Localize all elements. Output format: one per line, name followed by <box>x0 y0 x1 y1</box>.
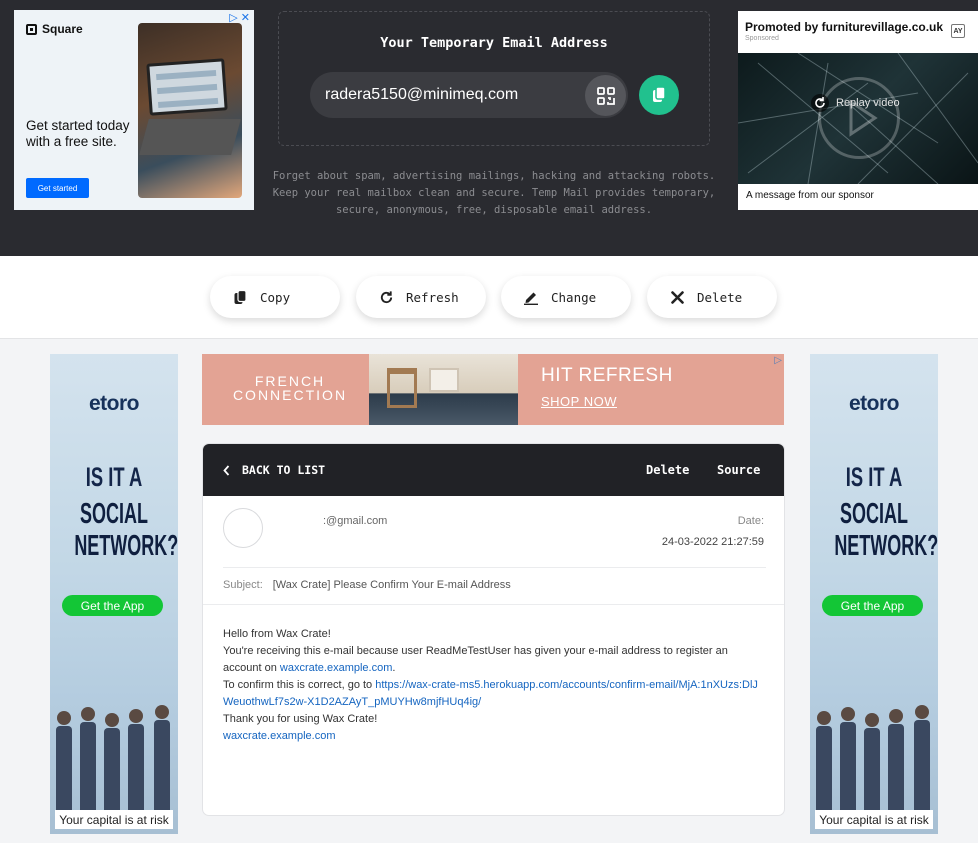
email-box: Your Temporary Email Address radera5150@… <box>278 11 710 146</box>
email-delete-button[interactable]: Delete <box>646 463 689 477</box>
subject-row: Subject: [Wax Crate] Please Confirm Your … <box>223 579 511 591</box>
body-line-3: Thank you for using Wax Crate! <box>223 713 378 725</box>
adchoices-icon[interactable]: ▷ <box>774 355 782 366</box>
copy-icon <box>232 289 248 305</box>
right-side-ad[interactable]: etoro IS IT A SOCIAL NETWORK? Get the Ap… <box>810 354 938 834</box>
ad-headline: Get started today with a free site. <box>26 118 130 149</box>
divider <box>223 567 766 568</box>
replay-label: Replay video <box>836 97 900 109</box>
ad-headline-1: IS IT A <box>845 462 903 492</box>
email-source-button[interactable]: Source <box>717 463 760 477</box>
back-to-list-button[interactable]: BACK TO LIST <box>223 463 325 477</box>
ad-sponsored-label: Sponsored <box>745 35 779 42</box>
email-address-field[interactable]: radera5150@minimeq.com <box>310 72 628 118</box>
chevron-left-icon <box>223 464 230 476</box>
tagline: Forget about spam, advertising mailings,… <box>272 170 716 216</box>
date-value: 24-03-2022 21:27:59 <box>661 536 764 548</box>
laptop-image <box>146 58 228 116</box>
banner-headline: HIT REFRESH <box>541 365 673 386</box>
banner-room-image <box>369 354 518 425</box>
body-line-1: You're receiving this e-mail because use… <box>223 645 728 674</box>
email-toolbar: BACK TO LIST Delete Source <box>203 444 784 496</box>
ad-promoted-by: Promoted by furniturevillage.co.uk <box>745 20 944 34</box>
banner-cta[interactable]: SHOP NOW <box>541 394 617 409</box>
ad-video[interactable]: Replay video <box>738 53 978 184</box>
keyboard-image <box>139 119 241 155</box>
greeting: Hello from Wax Crate! <box>223 628 331 640</box>
ad-headline-2: SOCIAL NETWORK? <box>834 498 938 562</box>
delete-button[interactable]: Delete <box>647 276 777 318</box>
subject-label: Subject: <box>223 579 263 591</box>
copy-label: Copy <box>260 289 291 305</box>
chair-image <box>387 368 417 408</box>
email-body: Hello from Wax Crate! You're receiving t… <box>223 626 763 745</box>
action-bar: Copy Refresh Change Delete <box>0 256 978 339</box>
back-label: BACK TO LIST <box>242 463 326 477</box>
risk-warning: Your capital is at risk <box>55 810 173 829</box>
qr-code-button[interactable] <box>585 75 626 116</box>
ad-headline-2: SOCIAL NETWORK? <box>74 498 178 562</box>
ad-message: A message from our sponsor <box>746 190 874 201</box>
copy-icon <box>653 86 666 102</box>
date-label: Date: <box>737 515 764 527</box>
refresh-label: Refresh <box>406 289 459 305</box>
get-app-button[interactable]: Get the App <box>62 595 163 616</box>
square-logo: Square <box>26 22 83 36</box>
email-box-title: Your Temporary Email Address <box>380 35 608 51</box>
left-side-ad[interactable]: etoro IS IT A SOCIAL NETWORK? Get the Ap… <box>50 354 178 834</box>
footer-link[interactable]: waxcrate.example.com <box>223 730 336 742</box>
refresh-icon <box>378 289 394 305</box>
banner-ad[interactable]: FRENCH CONNECTION HIT REFRESH SHOP NOW ▷ <box>202 354 784 425</box>
sender-address: :@gmail.com <box>323 515 388 527</box>
close-icon <box>669 289 685 305</box>
body-link-1[interactable]: waxcrate.example.com <box>280 662 393 674</box>
right-ad[interactable]: Promoted by furniturevillage.co.uk Spons… <box>738 11 978 210</box>
body-line-2: To confirm this is correct, go to https:… <box>223 679 758 708</box>
ad-badge[interactable]: AY <box>951 24 965 38</box>
refresh-button[interactable]: Refresh <box>356 276 486 318</box>
left-ad[interactable]: Square ▷ ✕ Get started today with a free… <box>14 10 254 210</box>
replay-video-button[interactable]: Replay video <box>810 93 900 113</box>
change-label: Change <box>551 289 597 305</box>
etoro-logo: etoro <box>849 392 900 415</box>
ad-headline-1: IS IT A <box>85 462 143 492</box>
email-card: BACK TO LIST Delete Source :@gmail.com D… <box>202 443 785 816</box>
qr-code-icon <box>596 86 615 105</box>
play-icon[interactable] <box>818 77 900 159</box>
etoro-logo: etoro <box>89 392 140 415</box>
fireplace-image <box>429 368 459 392</box>
people-image <box>816 705 930 814</box>
divider <box>203 604 784 605</box>
change-button[interactable]: Change <box>501 276 631 318</box>
banner-brand: FRENCH CONNECTION <box>232 373 348 403</box>
copy-button[interactable]: Copy <box>210 276 340 318</box>
delete-label: Delete <box>697 289 743 305</box>
copy-address-button[interactable] <box>639 75 679 115</box>
risk-warning: Your capital is at risk <box>815 810 933 829</box>
email-address[interactable]: radera5150@minimeq.com <box>325 86 518 104</box>
ad-photo <box>138 23 242 198</box>
people-image <box>56 705 170 814</box>
replay-icon <box>811 94 829 112</box>
ad-brand: Square <box>42 22 83 36</box>
subject-value: [Wax Crate] Please Confirm Your E-mail A… <box>272 579 511 591</box>
square-logo-icon <box>26 23 37 35</box>
avatar <box>223 508 263 548</box>
ad-cta-button[interactable]: Get started <box>26 178 89 198</box>
get-app-button[interactable]: Get the App <box>822 595 923 616</box>
header: Square ▷ ✕ Get started today with a free… <box>0 0 978 256</box>
pencil-icon <box>523 289 539 305</box>
